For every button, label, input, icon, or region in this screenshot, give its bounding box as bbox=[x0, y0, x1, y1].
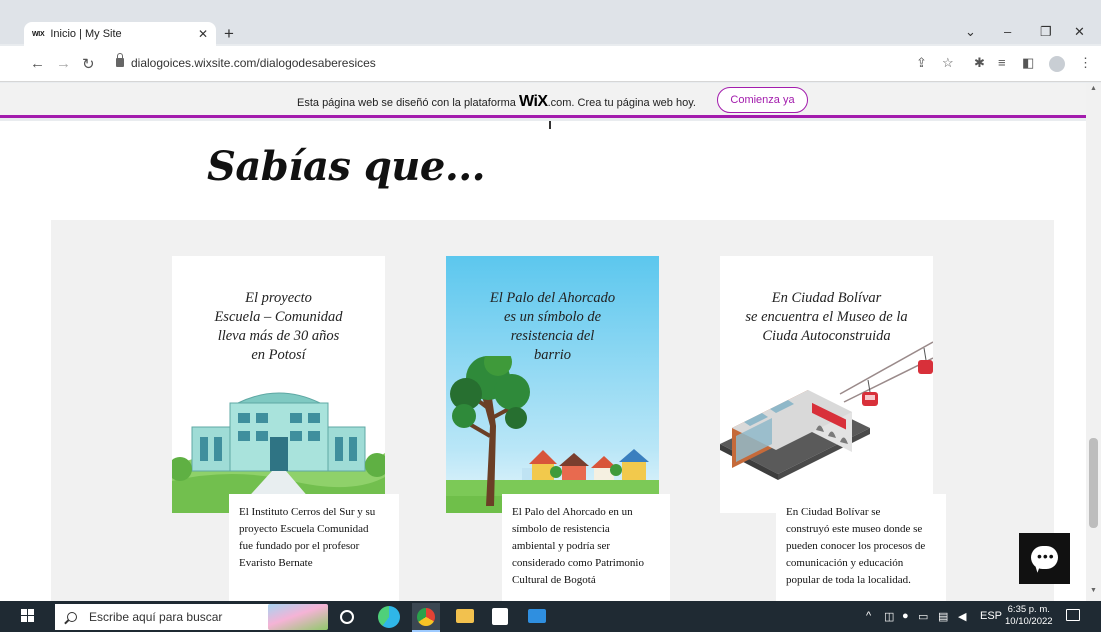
close-window-button[interactable]: ✕ bbox=[1074, 24, 1085, 40]
taskbar-search-placeholder: Escribe aquí para buscar bbox=[89, 610, 223, 624]
microphone-icon[interactable]: ● bbox=[902, 610, 909, 622]
reading-list-icon[interactable]: ≡ bbox=[998, 55, 1006, 70]
lock-icon[interactable] bbox=[116, 53, 124, 67]
search-highlight-image[interactable] bbox=[268, 604, 328, 630]
scroll-down-arrow-icon[interactable]: ▼ bbox=[1090, 587, 1097, 594]
battery-icon[interactable]: ▭ bbox=[918, 610, 928, 623]
tab-title: Inicio | My Site bbox=[50, 28, 122, 40]
edge-browser-icon[interactable] bbox=[378, 606, 400, 628]
museum-cablecar-illustration bbox=[720, 341, 933, 480]
wix-promo-banner: Esta página web se diseñó con la platafo… bbox=[0, 83, 1101, 118]
tray-app-icon[interactable]: ◫ bbox=[884, 610, 894, 623]
url-field[interactable]: dialogoices.wixsite.com/dialogodesaberes… bbox=[131, 56, 376, 70]
fact-card-school: El proyecto Escuela – Comunidad lleva má… bbox=[172, 256, 385, 513]
extensions-puzzle-icon[interactable]: ✱ bbox=[974, 55, 985, 71]
restore-button[interactable]: ❐ bbox=[1040, 24, 1052, 40]
browser-tab[interactable]: WIX Inicio | My Site ✕ bbox=[24, 22, 216, 46]
windows-start-icon[interactable] bbox=[21, 609, 35, 623]
address-bar-row: ← → ↻ dialogoices.wixsite.com/dialogodes… bbox=[0, 46, 1101, 82]
volume-icon[interactable]: ◀ bbox=[958, 610, 966, 623]
page-content: Sabías que... El proyecto Escuela – Comu… bbox=[0, 121, 1086, 601]
scrollbar-thumb[interactable] bbox=[1089, 438, 1098, 528]
page-heading: Sabías que... bbox=[207, 143, 486, 190]
fact-note-museum: En Ciudad Bolívar se construyó este muse… bbox=[776, 494, 946, 601]
chrome-taskbar-slot[interactable] bbox=[412, 603, 440, 632]
bookmark-star-icon[interactable]: ☆ bbox=[942, 55, 954, 71]
tab-search-dropdown-icon[interactable]: ⌄ bbox=[965, 24, 976, 40]
share-icon[interactable]: ⇪ bbox=[916, 55, 927, 71]
network-icon[interactable]: ▤ bbox=[938, 610, 948, 623]
search-icon bbox=[67, 612, 77, 622]
mail-icon[interactable] bbox=[528, 609, 546, 623]
back-button[interactable]: ← bbox=[30, 55, 45, 72]
scroll-up-arrow-icon[interactable]: ▲ bbox=[1090, 85, 1097, 92]
new-tab-button[interactable]: + bbox=[224, 24, 234, 44]
language-indicator[interactable]: ESP bbox=[980, 610, 1002, 622]
hanging-tree-illustration bbox=[446, 356, 659, 513]
comienza-ya-button[interactable]: Comienza ya bbox=[717, 87, 808, 113]
profile-avatar-icon[interactable] bbox=[1049, 56, 1065, 72]
fact-card-museum: En Ciudad Bolívar se encuentra el Museo … bbox=[720, 256, 933, 513]
tray-overflow-icon[interactable]: ^ bbox=[866, 610, 871, 622]
chrome-icon bbox=[417, 608, 435, 626]
minimize-button[interactable]: – bbox=[1004, 24, 1011, 39]
fact-card-tree: El Palo del Ahorcado es un símbolo de re… bbox=[446, 256, 659, 513]
browser-tab-strip: WIX Inicio | My Site ✕ + ⌄ – ❐ ✕ bbox=[0, 0, 1101, 46]
tab-close-icon[interactable]: ✕ bbox=[198, 27, 208, 41]
card-title: El proyecto Escuela – Comunidad lleva má… bbox=[214, 290, 343, 363]
reload-button[interactable]: ↻ bbox=[82, 55, 95, 73]
store-icon[interactable] bbox=[492, 608, 508, 625]
notification-center-icon[interactable] bbox=[1066, 609, 1080, 621]
page-scrollbar[interactable]: ▲ ▼ bbox=[1086, 83, 1101, 601]
wix-promo-text: Esta página web se diseñó con la platafo… bbox=[297, 93, 696, 110]
card-title: El Palo del Ahorcado es un símbolo de re… bbox=[489, 290, 616, 363]
section-divider bbox=[549, 121, 551, 129]
fact-note-school: El Instituto Cerros del Sur y su proyect… bbox=[229, 494, 399, 601]
file-explorer-icon[interactable] bbox=[456, 609, 474, 623]
chat-button[interactable]: ••• bbox=[1019, 533, 1070, 584]
wix-logo: WiX bbox=[518, 93, 548, 110]
wix-favicon-icon: WIX bbox=[32, 30, 45, 38]
taskbar-clock[interactable]: 6:35 p. m. 10/10/2022 bbox=[1005, 604, 1053, 628]
task-view-icon[interactable] bbox=[340, 610, 354, 624]
windows-taskbar: Escribe aquí para buscar ^ ◫ ● ▭ ▤ ◀ ESP… bbox=[0, 601, 1101, 632]
fact-note-tree: El Palo del Ahorcado en un símbolo de re… bbox=[502, 494, 670, 601]
forward-button[interactable]: → bbox=[56, 55, 71, 72]
side-panel-icon[interactable]: ◧ bbox=[1022, 55, 1034, 71]
browser-menu-icon[interactable]: ⋮ bbox=[1079, 55, 1092, 71]
